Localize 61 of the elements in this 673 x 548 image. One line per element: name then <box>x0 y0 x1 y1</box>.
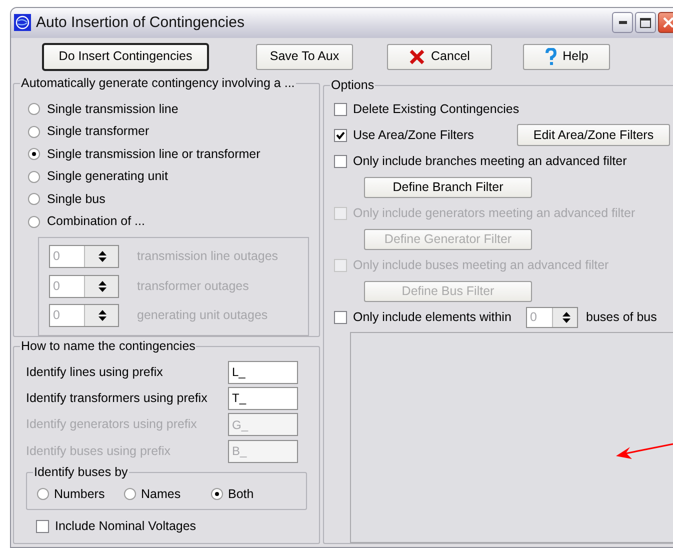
radio-label: Numbers <box>54 486 105 502</box>
radio-label: Names <box>141 486 181 502</box>
help-icon <box>544 48 557 66</box>
radio-label: Single transformer <box>47 124 150 140</box>
maximize-button[interactable] <box>635 12 656 34</box>
radio-label: Single transmission line or transformer <box>47 146 260 162</box>
close-icon <box>663 17 673 28</box>
minimize-icon <box>618 21 626 24</box>
help-button[interactable]: Help <box>523 44 610 70</box>
spinner-label: buses of bus <box>586 310 657 324</box>
radio-button[interactable] <box>28 193 40 206</box>
checkbox-label: Include Nominal Voltages <box>55 518 196 534</box>
checkbox-label: Only include generators meeting an advanced filter <box>353 206 636 220</box>
spinner-label: generating unit outages <box>137 308 268 324</box>
prefix-field[interactable]: L_ <box>228 360 298 384</box>
radio-label: Single bus <box>47 192 106 207</box>
minimize-button[interactable] <box>612 12 633 34</box>
checkbox[interactable] <box>334 102 347 116</box>
group-title: How to name the contingencies <box>20 339 196 354</box>
checkbox[interactable] <box>334 310 347 324</box>
group-title: Options <box>330 78 376 93</box>
checkbox-label: Delete Existing Contingencies <box>353 102 520 116</box>
checkbox[interactable] <box>334 154 347 168</box>
radio-button[interactable] <box>28 148 40 160</box>
group-title: Identify buses by <box>33 465 129 480</box>
checkbox[interactable] <box>36 520 49 533</box>
cross-icon <box>409 48 426 65</box>
field-label: Identify generators using prefix <box>26 417 198 432</box>
field-label: Identify transformers using prefix <box>26 390 208 406</box>
insert-button[interactable]: Do Insert Contingencies <box>43 44 208 70</box>
cancel-button[interactable]: Cancel <box>387 44 492 70</box>
radio-label: Single transmission line <box>47 102 178 117</box>
radio-button[interactable] <box>37 488 49 500</box>
radio-button[interactable] <box>28 216 40 228</box>
spinner-label: transmission line outages <box>137 249 278 264</box>
field-label: Identify lines using prefix <box>26 364 164 380</box>
checkbox-label: Only include buses meeting an advanced filter <box>353 258 609 272</box>
prefix-field[interactable]: T_ <box>228 386 298 410</box>
maximize-icon <box>640 18 651 28</box>
field-label: Identify buses using prefix <box>26 444 172 459</box>
checkbox-label: Only include elements within <box>353 310 512 324</box>
radio-label: Single generating unit <box>47 169 168 184</box>
app-globe-icon <box>14 14 31 32</box>
group-title: Automatically generate contingency involving a ... <box>20 76 296 91</box>
checkbox-label: Only include branches meeting an advanced filter <box>353 154 627 168</box>
window-title: Auto Insertion of Contingencies <box>36 14 246 32</box>
checkbox-label: Use Area/Zone Filters <box>353 128 475 142</box>
save-button[interactable]: Save To Aux <box>256 44 353 70</box>
radio-button[interactable] <box>28 126 40 138</box>
radio-label: Both <box>228 486 254 502</box>
radio-label: Combination of ... <box>47 214 145 230</box>
radio-button[interactable] <box>28 103 40 116</box>
spinner-label: transformer outages <box>137 278 249 294</box>
filter-button[interactable]: Define Branch Filter <box>364 176 532 198</box>
filter-button[interactable]: Edit Area/Zone Filters <box>517 124 670 146</box>
pointer-arrow <box>614 441 673 460</box>
radio-button[interactable] <box>211 488 223 500</box>
close-button[interactable] <box>658 12 673 34</box>
radio-button[interactable] <box>28 170 40 183</box>
checkbox[interactable] <box>334 128 347 142</box>
radio-button[interactable] <box>124 488 136 500</box>
